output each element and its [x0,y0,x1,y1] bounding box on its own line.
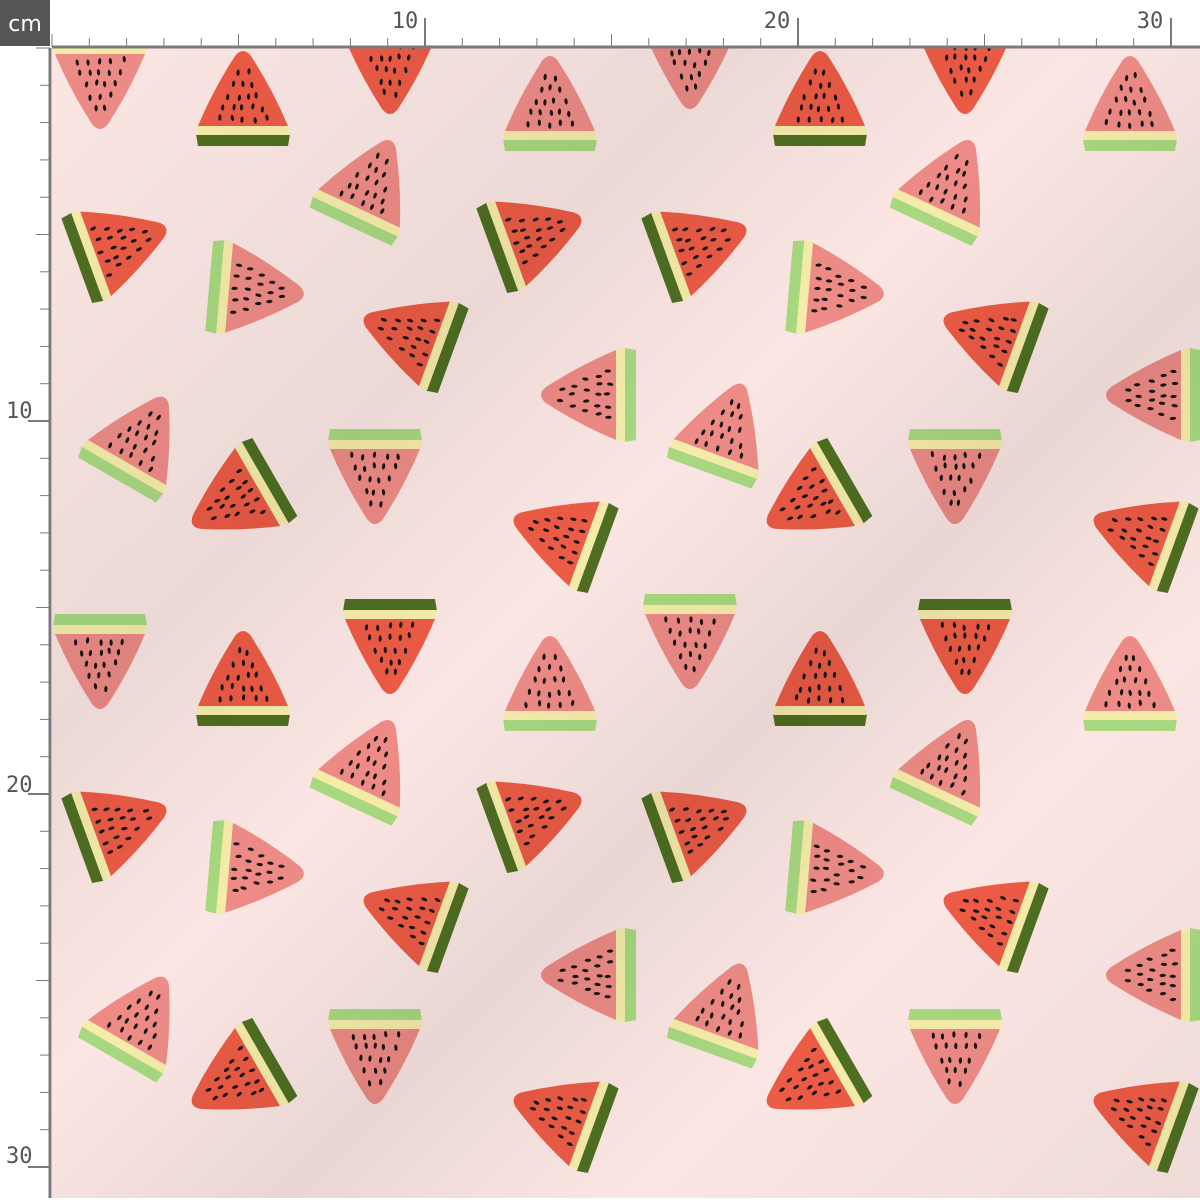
fabric-drape-shading [52,48,1200,1198]
left-ruler-label-30: 30 [6,1144,33,1169]
top-ruler-label-30: 30 [1137,9,1164,34]
unit-label: cm [8,12,42,37]
left-ruler-label-10: 10 [6,399,33,424]
fabric-preview: cm 10 20 30 10 20 30 [0,0,1200,1198]
left-ruler [0,48,52,1198]
top-ruler-label-20: 20 [764,9,791,34]
left-ruler-label-20: 20 [6,773,33,798]
top-ruler-label-10: 10 [392,9,419,34]
top-ruler [52,0,1200,48]
